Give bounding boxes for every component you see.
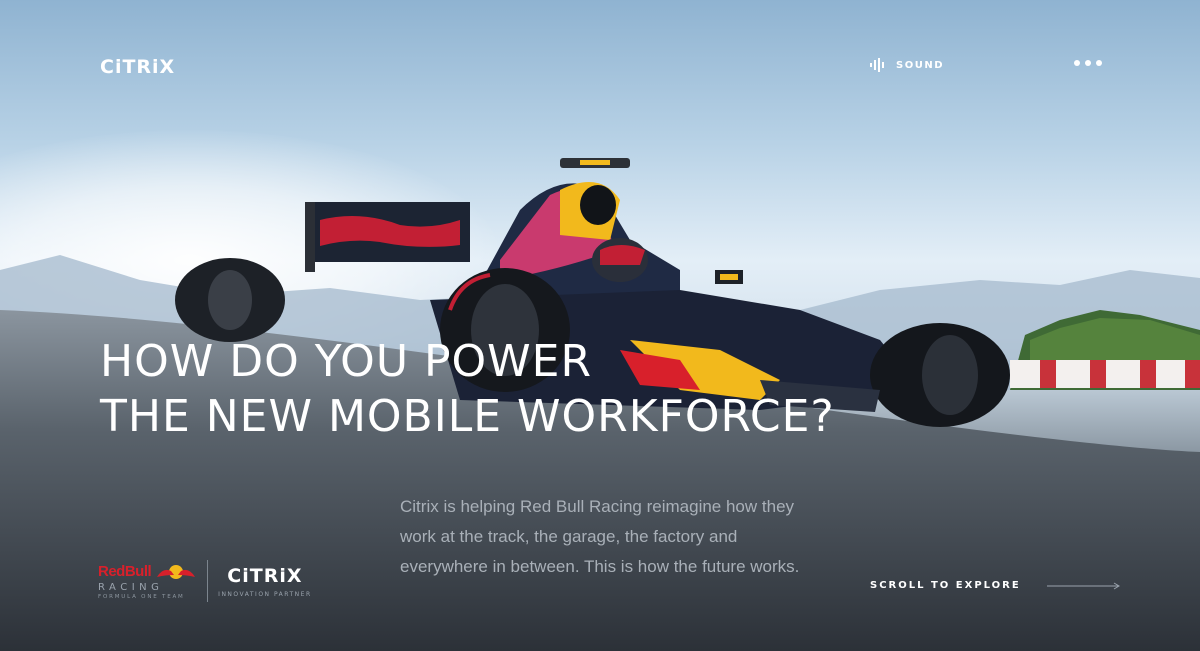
arrow-right-icon xyxy=(1046,582,1120,589)
sound-wave-icon xyxy=(870,58,884,72)
red-bull-racing-logo: RedBull RACING FORMULA ONE TEAM xyxy=(98,563,197,600)
citrix-logo[interactable]: CiTRiX xyxy=(100,56,175,78)
citrix-partner-logo: CiTRiX INNOVATION PARTNER xyxy=(218,565,311,598)
sound-toggle[interactable]: SOUND xyxy=(870,58,944,72)
red-bull-wordmark: RedBull xyxy=(98,563,152,580)
headline-line-1: HOW DO YOU POWER xyxy=(100,336,593,387)
hero-body-text: Citrix is helping Red Bull Racing reimag… xyxy=(400,497,800,576)
innovation-partner-text: INNOVATION PARTNER xyxy=(218,590,312,598)
citrix-partner-wordmark: CiTRiX xyxy=(227,564,303,587)
more-menu-button[interactable] xyxy=(1072,58,1104,68)
more-dots-icon xyxy=(1074,60,1080,66)
more-dots-icon xyxy=(1085,60,1091,66)
formula-one-team-text: FORMULA ONE TEAM xyxy=(98,593,185,600)
racing-text: RACING xyxy=(98,581,164,593)
partner-logos: RedBull RACING FORMULA ONE TEAM CiTRiX I… xyxy=(98,560,312,602)
hero-headline: HOW DO YOU POWER THE NEW MOBILE WORKFORC… xyxy=(100,334,835,444)
partner-divider xyxy=(207,560,209,602)
scroll-to-explore-link[interactable]: SCROLL TO EXPLORE xyxy=(870,580,1121,591)
red-bull-emblem-icon xyxy=(157,564,196,579)
sound-label: SOUND xyxy=(896,59,944,71)
scroll-label: SCROLL TO EXPLORE xyxy=(870,580,1021,591)
more-dots-icon xyxy=(1096,60,1102,66)
headline-line-2: THE NEW MOBILE WORKFORCE? xyxy=(100,391,835,442)
